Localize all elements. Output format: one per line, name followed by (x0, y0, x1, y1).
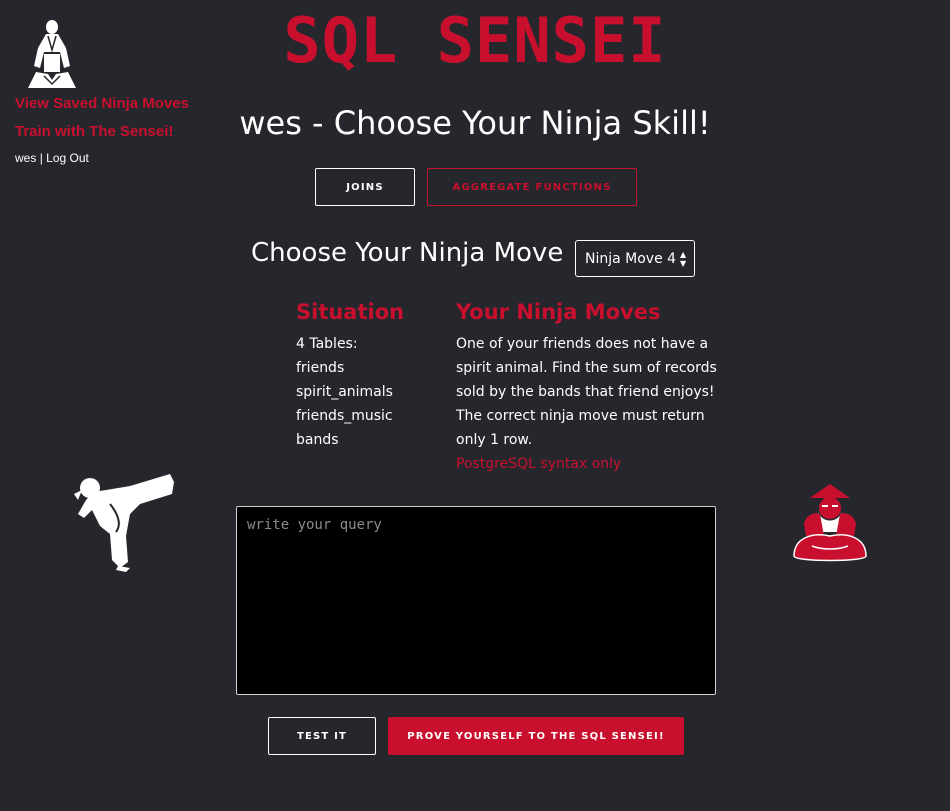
user-menu: wes | Log Out (15, 151, 89, 165)
list-item: friends (296, 360, 345, 376)
ninja-moves-heading: Your Ninja Moves (456, 300, 661, 324)
separator: | (39, 151, 43, 165)
app-title: SQL SENSEI (283, 4, 667, 77)
username: wes (15, 151, 37, 165)
situation-list: 4 Tables: friends spirit_animals friends… (296, 332, 393, 452)
sensei-icon (788, 480, 872, 564)
joins-button[interactable]: JOINS (315, 168, 415, 206)
selected-move: Ninja Move 4 (585, 250, 677, 267)
select-arrows-icon: ▲ ▼ (680, 250, 687, 268)
logout-link[interactable]: Log Out (46, 151, 89, 165)
ninja-moves-description: One of your friends does not have a spir… (456, 336, 717, 448)
list-item: 4 Tables: (296, 336, 358, 352)
prove-yourself-button[interactable]: PROVE YOURSELF TO THE SQL SENSEI! (388, 717, 684, 755)
query-input[interactable] (236, 506, 716, 695)
page-heading: wes - Choose Your Ninja Skill! (239, 104, 711, 142)
choose-move-label: Choose Your Ninja Move (251, 238, 564, 268)
test-it-button[interactable]: TEST IT (268, 717, 376, 755)
list-item: bands (296, 432, 339, 448)
list-item: spirit_animals (296, 384, 393, 400)
ninja-kick-icon (70, 470, 180, 574)
ninja-move-select[interactable]: Ninja Move 4 ▲ ▼ (575, 240, 695, 277)
situation-heading: Situation (296, 300, 405, 324)
list-item: friends_music (296, 408, 393, 424)
aggregate-functions-button[interactable]: AGGREGATE FUNCTIONS (427, 168, 637, 206)
syntax-note: PostgreSQL syntax only (456, 456, 622, 472)
